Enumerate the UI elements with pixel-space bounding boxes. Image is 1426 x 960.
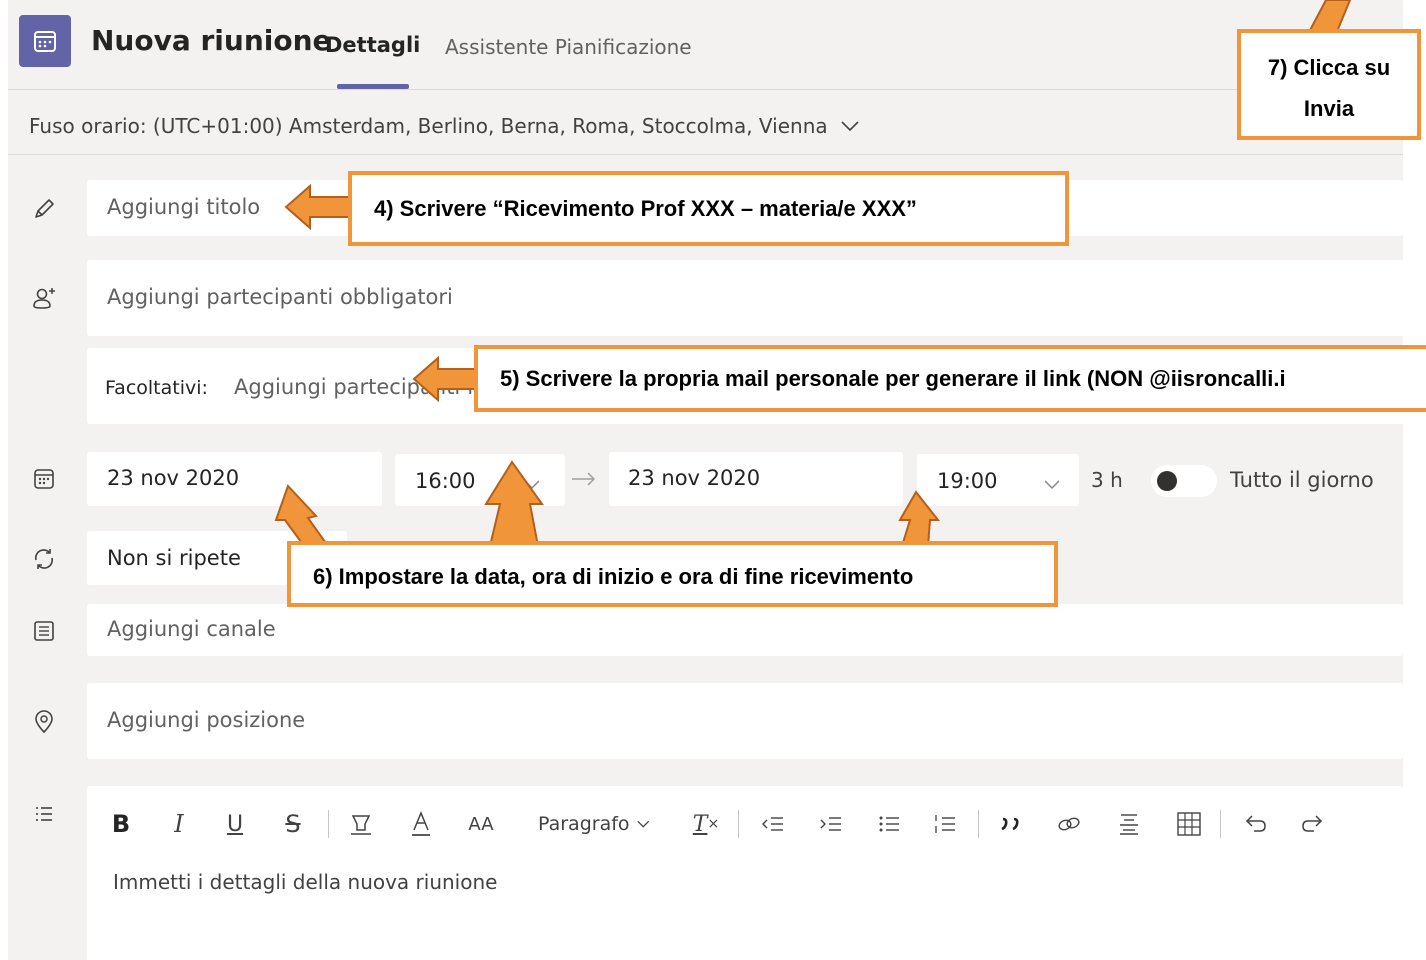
page-title: Nuova riunione — [91, 24, 332, 57]
required-attendees-input[interactable]: Aggiungi partecipanti obbligatori — [87, 260, 1426, 336]
italic-button[interactable]: I — [166, 804, 192, 844]
channel-icon — [30, 617, 58, 645]
toolbar-separator — [1220, 810, 1221, 838]
undo-icon[interactable] — [1240, 804, 1270, 844]
title-placeholder: Aggiungi titolo — [107, 195, 261, 219]
chevron-down-icon — [840, 117, 860, 136]
header-divider — [8, 89, 1403, 90]
quote-icon[interactable] — [996, 804, 1026, 844]
clear-formatting-label: T — [692, 811, 708, 837]
repeat-value: Non si ripete — [107, 546, 241, 570]
align-icon[interactable] — [1114, 804, 1144, 844]
callout-arrow-step4 — [284, 183, 353, 231]
callout-arrow-step5 — [412, 355, 481, 403]
callout-step6-text: 6) Impostare la data, ora di inizio e or… — [313, 564, 914, 589]
add-people-icon — [30, 285, 58, 313]
duration-label: 3 h — [1091, 468, 1123, 492]
clear-formatting-button[interactable]: T × — [690, 804, 722, 844]
required-attendees-input-edge — [1403, 260, 1426, 336]
toolbar-separator — [978, 810, 979, 838]
redo-icon[interactable] — [1298, 804, 1328, 844]
callout-step7: 7) Clicca su Invia — [1237, 29, 1421, 140]
callout-arrow-step6-date — [274, 484, 330, 547]
chevron-down-icon — [636, 820, 649, 828]
paragraph-dropdown[interactable]: Paragrafo — [538, 804, 650, 844]
repeat-icon — [30, 545, 58, 573]
bold-button[interactable]: B — [108, 804, 134, 844]
channel-input[interactable]: Aggiungi canale — [87, 604, 1403, 656]
arrow-right-icon — [570, 470, 598, 492]
start-time-value: 16:00 — [415, 469, 476, 493]
timezone-divider — [8, 154, 1403, 155]
required-attendees-placeholder: Aggiungi partecipanti obbligatori — [107, 285, 453, 309]
end-date-picker[interactable]: 23 nov 2020 — [609, 452, 903, 506]
details-list-icon — [30, 800, 58, 828]
start-date-value: 23 nov 2020 — [107, 466, 240, 490]
location-input[interactable]: Aggiungi posizione — [87, 683, 1403, 759]
chevron-down-icon — [1043, 475, 1061, 494]
callout-step7-line1: 7) Clicca su — [1267, 55, 1391, 80]
location-pin-icon — [30, 708, 58, 736]
all-day-toggle[interactable] — [1151, 465, 1217, 497]
callout-step4: 4) Scrivere “Ricevimento Prof XXX – mate… — [348, 171, 1069, 246]
callout-step5: 5) Scrivere la propria mail personale pe… — [474, 345, 1426, 412]
numbered-list-icon[interactable] — [930, 804, 960, 844]
table-icon[interactable] — [1174, 804, 1204, 844]
calendar-app-icon — [19, 15, 71, 67]
toolbar-separator — [328, 810, 329, 838]
decrease-indent-icon[interactable] — [758, 804, 788, 844]
timezone-label: Fuso orario: (UTC+01:00) Amsterdam, Berl… — [29, 114, 828, 138]
tab-dettagli[interactable]: Dettagli — [325, 33, 420, 57]
toggle-knob — [1157, 471, 1177, 491]
end-date-value: 23 nov 2020 — [628, 466, 761, 490]
callout-step4-text: 4) Scrivere “Ricevimento Prof XXX – mate… — [374, 196, 917, 221]
optional-label: Facoltativi: — [105, 377, 208, 399]
pencil-icon — [30, 195, 58, 223]
underline-button[interactable]: U — [222, 804, 248, 844]
calendar-icon — [30, 465, 58, 493]
font-color-icon[interactable] — [406, 804, 436, 844]
callout-step7-line2: Invia — [1303, 96, 1355, 121]
paragraph-label: Paragrafo — [538, 813, 630, 835]
location-placeholder: Aggiungi posizione — [107, 708, 306, 732]
all-day-label: Tutto il giorno — [1230, 468, 1374, 492]
highlight-icon[interactable] — [344, 804, 378, 844]
timezone-selector[interactable]: Fuso orario: (UTC+01:00) Amsterdam, Berl… — [29, 112, 860, 140]
callout-arrow-step6-start — [484, 460, 544, 547]
callout-step6: 6) Impostare la data, ora di inizio e or… — [287, 541, 1058, 607]
callout-step5-text: 5) Scrivere la propria mail personale pe… — [500, 366, 1286, 391]
toolbar-separator — [738, 810, 739, 838]
strikethrough-button[interactable]: S — [280, 804, 306, 844]
page-edge — [1403, 0, 1426, 960]
increase-indent-icon[interactable] — [816, 804, 846, 844]
callout-arrow-step6-end — [898, 490, 941, 547]
font-size-button[interactable]: AA — [464, 804, 498, 844]
bullet-list-icon[interactable] — [874, 804, 904, 844]
channel-placeholder: Aggiungi canale — [107, 617, 276, 641]
details-placeholder: Immetti i dettagli della nuova riunione — [113, 870, 498, 894]
meeting-form-window: Nuova riunione Dettagli Assistente Piani… — [8, 0, 1426, 960]
link-icon[interactable] — [1054, 804, 1084, 844]
tab-assistente-pianificazione[interactable]: Assistente Pianificazione — [445, 35, 692, 59]
